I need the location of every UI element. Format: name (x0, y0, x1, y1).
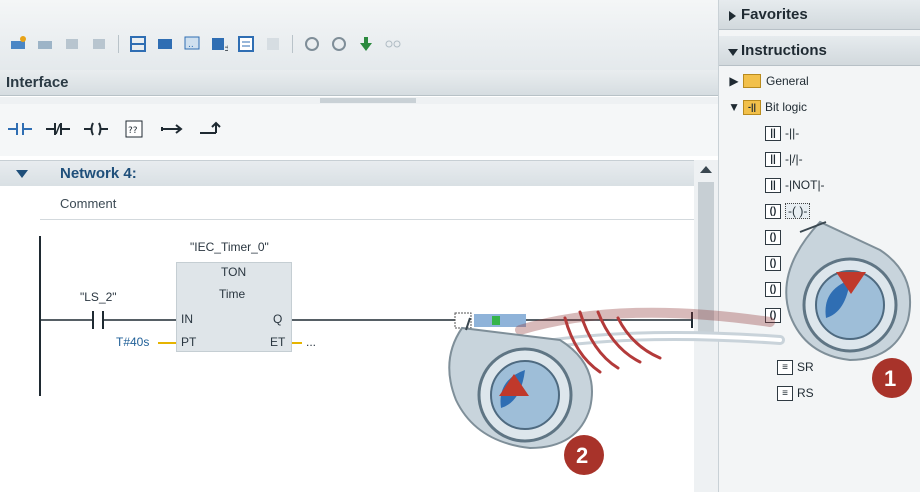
go-to-next-icon[interactable] (329, 34, 349, 54)
et-value-field[interactable]: ... (306, 335, 316, 349)
nc-contact-icon[interactable] (46, 118, 70, 140)
interface-splitter[interactable] (0, 97, 718, 104)
favorites-toggle-icon[interactable] (236, 34, 256, 54)
tree-item-sr[interactable]: ≡ SR (777, 356, 814, 378)
step-2-badge (564, 435, 604, 475)
pin-in-label: IN (181, 312, 193, 326)
tree-item-rs[interactable]: ≡ RS (777, 382, 814, 404)
open-all-networks-icon[interactable] (128, 34, 148, 54)
collapse-network-icon[interactable] (16, 170, 28, 178)
not-contact-icon: || (765, 177, 781, 193)
sr-flipflop-icon: ≡ (777, 359, 793, 375)
insert-network-icon[interactable] (8, 34, 28, 54)
rs-flipflop-icon: ≡ (777, 385, 793, 401)
block-editor-toolbar: .. ± (0, 0, 718, 70)
add-row-icon[interactable] (89, 34, 109, 54)
timer-type-label: TON (221, 265, 247, 279)
pin-et-label: ET (270, 335, 286, 349)
favorites-header[interactable]: Favorites (719, 0, 920, 30)
comments-toggle-icon[interactable]: .. (182, 34, 202, 54)
coil-icon[interactable] (84, 118, 108, 140)
tree-item-nc-contact[interactable]: || -|/|- (765, 148, 803, 170)
svg-text:..: .. (188, 40, 194, 50)
network-title: Network 4: (60, 165, 137, 182)
step-2-label: 2 (576, 443, 589, 468)
open-branch-icon[interactable] (160, 118, 184, 140)
network-comment-text: Comment (60, 196, 117, 211)
insert-row-icon[interactable] (62, 34, 82, 54)
tree-item-label: RS (797, 386, 814, 400)
tree-item-general[interactable]: ▶ General (729, 70, 809, 92)
collapse-bit-logic-icon[interactable]: ▼ (728, 100, 740, 114)
interface-label: Interface (6, 74, 69, 91)
tree-item-reset-bit-field[interactable]: () (765, 304, 785, 326)
scroll-up-icon[interactable] (700, 166, 712, 173)
instructions-label: Instructions (741, 42, 827, 59)
tree-item-label: General (766, 74, 809, 88)
timer-datatype-label[interactable]: Time (219, 287, 245, 301)
tree-item-label: -|NOT|- (785, 178, 825, 192)
tree-item-label: -|/|- (785, 152, 803, 166)
contact-tag-label[interactable]: "LS_2" (80, 290, 117, 304)
set-coil-icon: () (765, 229, 781, 245)
reset-bit-field-icon: () (765, 307, 781, 323)
bit-logic-icon: -|| (743, 99, 761, 115)
monitor-disabled-icon (263, 34, 283, 54)
close-all-networks-icon[interactable] (155, 34, 175, 54)
timer-instance-label[interactable]: "IEC_Timer_0" (190, 240, 269, 254)
tree-item-reset-coil[interactable]: () (765, 252, 785, 274)
instructions-header[interactable]: Instructions (719, 36, 920, 66)
tree-item-label: -( )- (785, 203, 811, 219)
tree-item-label: Bit logic (765, 100, 808, 114)
no-contact-icon: || (765, 125, 781, 141)
tia-portal-editor: .. ± Interface ?? Network 4: Comment (0, 0, 920, 492)
close-branch-icon[interactable] (198, 118, 222, 140)
reset-coil-icon: () (765, 255, 781, 271)
tree-item-coil[interactable]: () -( )- (765, 200, 811, 222)
delete-network-icon[interactable] (35, 34, 55, 54)
task-card-panel: Favorites Instructions ▶ General ▼ -|| B… (718, 0, 920, 492)
expand-general-icon[interactable]: ▶ (729, 74, 739, 88)
tree-item-set-bit-field[interactable]: () (765, 278, 785, 300)
absolute-operands-icon[interactable]: ± (209, 34, 229, 54)
coil-icon: () (765, 203, 781, 219)
set-bit-field-icon: () (765, 281, 781, 297)
empty-box-icon[interactable]: ?? (122, 118, 146, 140)
pt-value-field[interactable]: T#40s (116, 335, 149, 349)
go-to-previous-icon[interactable] (302, 34, 322, 54)
expand-favorites-icon[interactable] (729, 11, 736, 21)
pin-pt-label: PT (181, 335, 197, 349)
tree-item-label: -||- (785, 126, 800, 140)
favorites-label: Favorites (741, 6, 808, 23)
glasses-icon (383, 34, 403, 54)
tree-item-bit-logic[interactable]: ▼ -|| Bit logic (728, 96, 808, 118)
coil-drop-target-icon[interactable] (454, 312, 528, 330)
collapse-instructions-icon[interactable] (728, 49, 738, 56)
scroll-thumb[interactable] (698, 182, 714, 332)
mouse-cursor-2-icon (448, 317, 593, 450)
network-comment[interactable]: Comment (40, 188, 694, 220)
folder-icon (743, 74, 761, 88)
editor-vertical-scrollbar[interactable] (694, 160, 718, 492)
nc-contact-icon: || (765, 151, 781, 167)
tree-item-set-coil[interactable]: () (765, 226, 785, 248)
download-icon[interactable] (356, 34, 376, 54)
svg-text:??: ?? (128, 126, 138, 136)
svg-text:±: ± (224, 43, 228, 53)
ladder-elements-toolbar: ?? (0, 104, 718, 156)
no-contact-icon[interactable] (8, 118, 32, 140)
tree-item-label: SR (797, 360, 814, 374)
interface-section-header[interactable]: Interface (0, 70, 718, 96)
tree-item-not-contact[interactable]: || -|NOT|- (765, 174, 825, 196)
network-header[interactable]: Network 4: (0, 160, 694, 186)
pin-q-label: Q (273, 312, 283, 326)
tree-item-no-contact[interactable]: || -||- (765, 122, 799, 144)
